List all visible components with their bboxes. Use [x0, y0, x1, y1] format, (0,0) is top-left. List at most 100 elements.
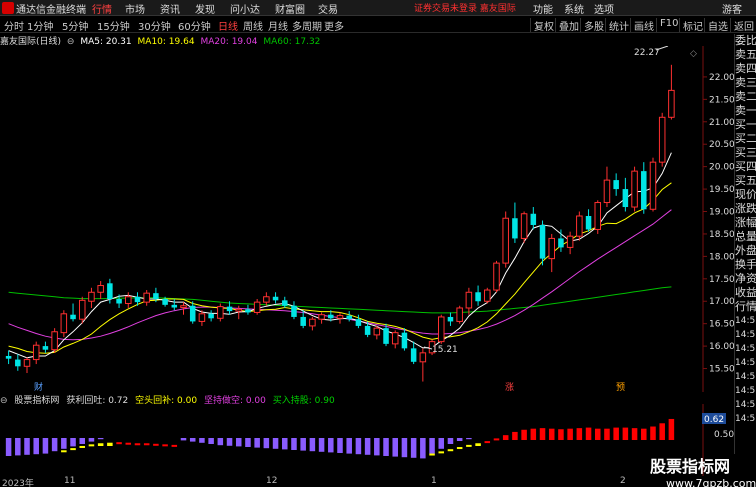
- indicator-negative-bar: [5, 438, 12, 456]
- candle-body: [15, 359, 21, 367]
- login-notice[interactable]: 证券交易未登录 嘉友国际: [414, 1, 516, 14]
- indicator-bar: [641, 428, 647, 440]
- side-item-sell1[interactable]: 卖一: [735, 104, 756, 118]
- indicator-negative-bar: [383, 438, 389, 456]
- period-daily[interactable]: 日线: [218, 18, 238, 33]
- side-item-change-pct[interactable]: 涨幅: [735, 216, 756, 230]
- candle-body: [51, 331, 58, 351]
- side-item-turnover[interactable]: 换手: [735, 258, 756, 272]
- indicator-bar: [530, 428, 537, 440]
- menu-trade[interactable]: 交易: [318, 1, 338, 16]
- indicator-negative-bar: [88, 438, 95, 442]
- side-item-buy1[interactable]: 买一: [735, 118, 756, 132]
- candle-body: [649, 161, 657, 210]
- period-5min[interactable]: 5分钟: [62, 18, 88, 33]
- candle-body: [300, 316, 306, 326]
- side-item-volume[interactable]: 总量: [735, 230, 756, 244]
- indicator-negative-bar: [42, 438, 49, 454]
- indicator-bar: [521, 429, 527, 440]
- indicator-bar: [512, 431, 518, 440]
- limit-up-marker[interactable]: 涨: [505, 382, 514, 392]
- period-intraday[interactable]: 分时: [4, 18, 24, 33]
- indicator-negative-bar: [235, 438, 242, 447]
- menu-options[interactable]: 选项: [594, 1, 614, 16]
- menu-discover[interactable]: 发现: [195, 1, 215, 16]
- period-60min[interactable]: 60分钟: [178, 18, 211, 33]
- menu-news[interactable]: 资讯: [160, 1, 180, 16]
- price-axis-label: 15.50: [709, 365, 734, 375]
- indicator-chart[interactable]: 0.62 0.50: [0, 404, 734, 476]
- indicator-negative-bar: [355, 438, 362, 455]
- period-monthly[interactable]: 月线: [268, 18, 288, 33]
- side-item-buy5[interactable]: 买五: [735, 174, 756, 188]
- forecast-marker[interactable]: 预: [616, 382, 625, 392]
- menu-market-quotes[interactable]: 行情: [92, 1, 112, 16]
- indicator-bar: [97, 443, 104, 446]
- menu-wealth-circle[interactable]: 财富圈: [275, 1, 305, 16]
- finance-marker[interactable]: 财: [34, 381, 43, 392]
- period-30min[interactable]: 30分钟: [138, 18, 171, 33]
- indicator-negative-bar: [199, 438, 205, 443]
- indicator-negative-bar: [456, 438, 463, 441]
- side-item-sell4[interactable]: 卖四: [735, 62, 756, 76]
- watermark: 股票指标网 www.7gpzb.com: [650, 453, 756, 487]
- back-button[interactable]: 返回: [730, 18, 756, 32]
- menu-system[interactable]: 系统: [564, 1, 584, 16]
- f10-button[interactable]: F10: [656, 18, 681, 32]
- period-weekly[interactable]: 周线: [243, 18, 263, 33]
- side-item-buy4[interactable]: 买四: [735, 160, 756, 174]
- indicator-negative-bar: [328, 438, 334, 453]
- price-axis-label: 19.00: [709, 208, 734, 218]
- price-axis-label: 22.00: [709, 73, 734, 83]
- date-tick-2: 2: [620, 476, 626, 486]
- side-item-sell3[interactable]: 卖三: [735, 76, 756, 90]
- indicator-negative-bar: [226, 438, 233, 446]
- indicator-negative-bar: [263, 438, 270, 449]
- indicator-negative-bar: [245, 438, 251, 447]
- candle-body: [217, 306, 224, 319]
- side-item-change[interactable]: 涨跌: [735, 202, 756, 216]
- adjust-button[interactable]: 复权: [530, 18, 557, 33]
- side-item-sell5[interactable]: 卖五: [735, 48, 756, 62]
- quote-side-panel: 委比 卖五 卖四 卖三 卖二 卖一 买一 买二 买三 买四 买五 现价 涨跌 涨…: [734, 34, 756, 454]
- mark-button[interactable]: 标记: [679, 18, 706, 33]
- app-logo-icon: [2, 2, 14, 14]
- watchlist-button[interactable]: 自选: [704, 18, 731, 33]
- candle-body: [383, 328, 389, 344]
- side-item-price[interactable]: 现价: [735, 188, 756, 202]
- indicator-bar: [659, 423, 665, 440]
- side-item-net-asset[interactable]: 净资: [735, 272, 756, 286]
- period-15min[interactable]: 15分钟: [97, 18, 130, 33]
- side-item-earnings[interactable]: 收益: [735, 286, 756, 300]
- price-chart[interactable]: 22.00 21.50 21.00 20.50 20.00 19.50 19.00 18.50…: [0, 46, 734, 392]
- period-more[interactable]: 更多: [324, 18, 344, 33]
- candle-body: [116, 299, 122, 304]
- draw-line-button[interactable]: 画线: [630, 18, 657, 33]
- tick-time: 14:5: [735, 372, 756, 382]
- candle-body: [189, 305, 196, 322]
- date-axis: 2023年 11 12 1 2: [0, 476, 734, 487]
- side-item-buy2[interactable]: 买二: [735, 132, 756, 146]
- indicator-negative-bar: [420, 438, 426, 459]
- chart-settings-icon[interactable]: ◇: [690, 49, 697, 59]
- menu-guest[interactable]: 游客: [722, 1, 742, 16]
- indicator-bar: [79, 445, 86, 448]
- side-item-sell2[interactable]: 卖二: [735, 90, 756, 104]
- candle-body: [208, 313, 214, 319]
- indicator-bar: [162, 444, 168, 447]
- side-item-outer[interactable]: 外盘: [735, 244, 756, 258]
- menu-function[interactable]: 功能: [533, 1, 553, 16]
- side-item-buy3[interactable]: 买三: [735, 146, 756, 160]
- overlay-button[interactable]: 叠加: [555, 18, 582, 33]
- statistics-button[interactable]: 统计: [605, 18, 632, 33]
- period-multi[interactable]: 多周期: [292, 18, 322, 33]
- side-item-quote[interactable]: 行情: [735, 300, 756, 314]
- indicator-bar: [594, 428, 601, 440]
- candle-body: [143, 292, 150, 303]
- multi-stock-button[interactable]: 多股: [580, 18, 607, 33]
- tick-time: 14:5: [735, 386, 756, 396]
- menu-market[interactable]: 市场: [125, 1, 145, 16]
- menu-ask[interactable]: 问小达: [230, 1, 260, 16]
- period-1min[interactable]: 1分钟: [27, 18, 53, 33]
- side-item-weibi[interactable]: 委比: [735, 34, 756, 48]
